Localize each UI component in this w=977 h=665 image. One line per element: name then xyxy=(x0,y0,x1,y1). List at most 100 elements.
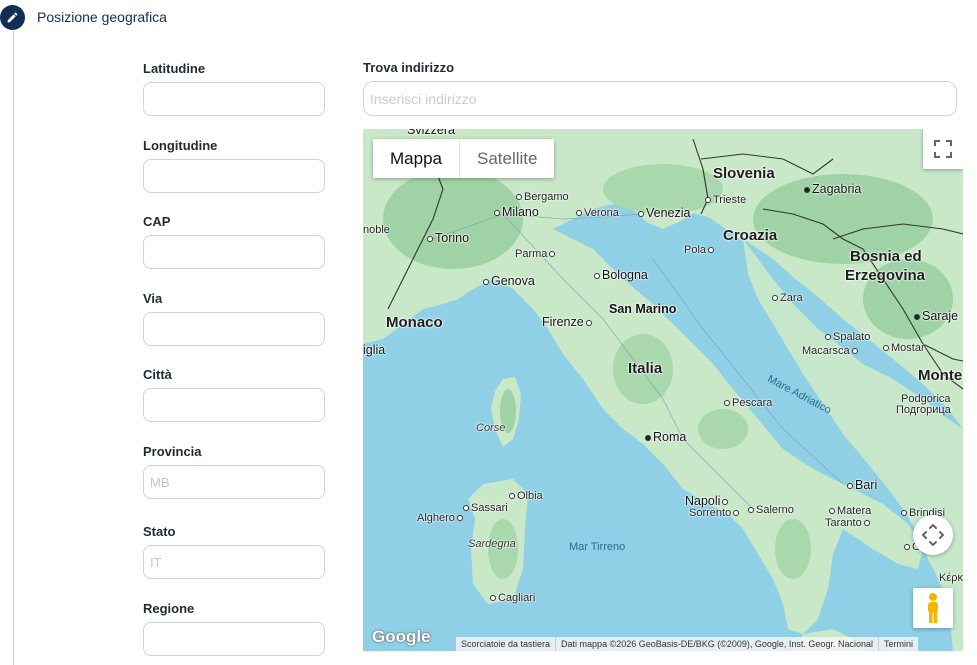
label-pola: Pola xyxy=(684,244,716,256)
camera-control-button[interactable] xyxy=(913,515,953,555)
citta-field: Città xyxy=(143,366,325,422)
label-napoli-text: Napoli xyxy=(685,494,721,508)
label-svizzera: Svizzera xyxy=(407,129,455,137)
via-label: Via xyxy=(143,291,163,306)
label-macarsca: Macarsca xyxy=(802,345,860,357)
label-macarsca-text: Macarsca xyxy=(802,345,850,357)
label-bergamo-text: Bergamo xyxy=(524,191,569,203)
via-input[interactable] xyxy=(143,312,325,346)
pencil-icon xyxy=(0,4,25,30)
pegman-icon xyxy=(928,593,938,623)
label-bologna-text: Bologna xyxy=(602,268,648,282)
label-erzegovina: Erzegovina xyxy=(845,267,926,284)
label-mostar: Mostar xyxy=(883,342,925,354)
label-matera: Matera xyxy=(829,505,871,517)
label-taranto: Taranto xyxy=(825,517,872,529)
label-spalato: Spalato xyxy=(825,331,870,343)
address-search-label: Trova indirizzo xyxy=(363,60,455,75)
label-monaco: Monaco xyxy=(386,314,443,331)
latitude-field: Latitudine xyxy=(143,60,325,116)
label-sassari-text: Sassari xyxy=(471,502,508,514)
provincia-input[interactable] xyxy=(143,465,325,499)
label-cagliari-text: Cagliari xyxy=(498,592,536,604)
label-bosnia: Bosnia ed xyxy=(850,248,922,265)
label-matera-text: Matera xyxy=(837,505,872,517)
address-search-input[interactable] xyxy=(363,81,957,116)
label-alghero: Alghero xyxy=(417,512,465,524)
label-zagabria-text: Zagabria xyxy=(812,182,862,196)
map-type-satellite-button[interactable]: Satellite xyxy=(458,139,555,178)
stato-label: Stato xyxy=(143,524,176,539)
keyboard-shortcuts-link[interactable]: Scorciatoie da tastiera xyxy=(456,637,555,651)
label-alghero-text: Alghero xyxy=(417,512,455,524)
label-zara-text: Zara xyxy=(780,292,803,304)
label-parma-text: Parma xyxy=(515,248,548,260)
street-view-pegman-button[interactable] xyxy=(913,588,953,628)
terms-link[interactable]: Termini xyxy=(877,637,918,651)
map-attribution: Scorciatoie da tastiera Dati mappa ©2026… xyxy=(456,637,918,651)
cap-field: CAP xyxy=(143,213,325,269)
label-san-marino: San Marino xyxy=(609,302,677,316)
via-field: Via xyxy=(143,290,325,346)
label-olbia: Olbia xyxy=(509,490,543,502)
fullscreen-icon xyxy=(934,140,952,158)
label-firenze: Firenze xyxy=(542,315,594,329)
label-podgorica-cyr: Подгорица xyxy=(896,404,951,416)
label-torino: Torino xyxy=(427,231,469,245)
label-sorrento-text: Sorrento xyxy=(689,507,732,519)
label-cagliari: Cagliari xyxy=(490,592,535,604)
fullscreen-button[interactable] xyxy=(923,129,963,169)
label-genova-text: Genova xyxy=(491,274,535,288)
label-bari-text: Bari xyxy=(855,478,878,492)
label-olbia-text: Olbia xyxy=(517,490,543,502)
label-mostar-text: Mostar xyxy=(891,342,925,354)
label-bergamo: Bergamo xyxy=(516,191,569,203)
label-monte: Monte xyxy=(918,367,963,384)
label-salerno: Salerno xyxy=(748,504,794,516)
label-croazia: Croazia xyxy=(723,227,778,244)
cap-label: CAP xyxy=(143,214,171,229)
citta-input[interactable] xyxy=(143,388,325,422)
label-firenze-text: Firenze xyxy=(542,315,584,329)
label-pola-text: Pola xyxy=(684,244,707,256)
regione-input[interactable] xyxy=(143,622,325,656)
label-zagabria: Zagabria xyxy=(804,182,861,196)
longitude-label: Longitudine xyxy=(143,138,218,153)
label-trieste: Trieste xyxy=(705,194,746,206)
longitude-input[interactable] xyxy=(143,159,325,193)
camera-move-icon xyxy=(922,524,944,546)
section-header: Posizione geografica xyxy=(0,4,167,30)
longitude-field: Longitudine xyxy=(143,137,325,193)
label-bari: Bari xyxy=(847,478,877,492)
provincia-field: Provincia xyxy=(143,443,325,499)
map[interactable]: Svizzera Slovenia Zagabria Bergamo Milan… xyxy=(363,129,963,651)
map-type-map-button[interactable]: Mappa xyxy=(373,139,459,178)
label-pescara-text: Pescara xyxy=(732,397,773,409)
label-venezia-text: Venezia xyxy=(646,206,691,220)
latitude-input[interactable] xyxy=(143,82,325,116)
label-pescara: Pescara xyxy=(724,397,772,409)
cap-input[interactable] xyxy=(143,235,325,269)
stato-input[interactable] xyxy=(143,545,325,579)
label-bologna: Bologna xyxy=(594,268,648,282)
label-parma: Parma xyxy=(515,248,557,260)
label-spalato-text: Spalato xyxy=(833,331,871,343)
timeline-line xyxy=(13,31,14,665)
citta-label: Città xyxy=(143,367,172,382)
label-iglia: iglia xyxy=(363,343,386,357)
label-salerno-text: Salerno xyxy=(756,504,794,516)
label-trieste-text: Trieste xyxy=(713,194,747,206)
map-data-text: Dati mappa ©2026 GeoBasis-DE/BKG (©2009)… xyxy=(555,637,878,651)
regione-label: Regione xyxy=(143,601,195,616)
google-logo: Google xyxy=(372,627,431,646)
label-italia: Italia xyxy=(628,360,663,377)
label-torino-text: Torino xyxy=(435,231,470,245)
label-sassari: Sassari xyxy=(463,502,508,514)
label-milano: Milano xyxy=(494,205,539,219)
label-mare-tirreno: Mar Tirreno xyxy=(569,541,626,553)
label-noble: noble xyxy=(363,224,390,236)
latitude-label: Latitudine xyxy=(143,61,206,76)
provincia-label: Provincia xyxy=(143,444,202,459)
regione-field: Regione xyxy=(143,600,325,656)
label-verona-text: Verona xyxy=(584,207,619,219)
